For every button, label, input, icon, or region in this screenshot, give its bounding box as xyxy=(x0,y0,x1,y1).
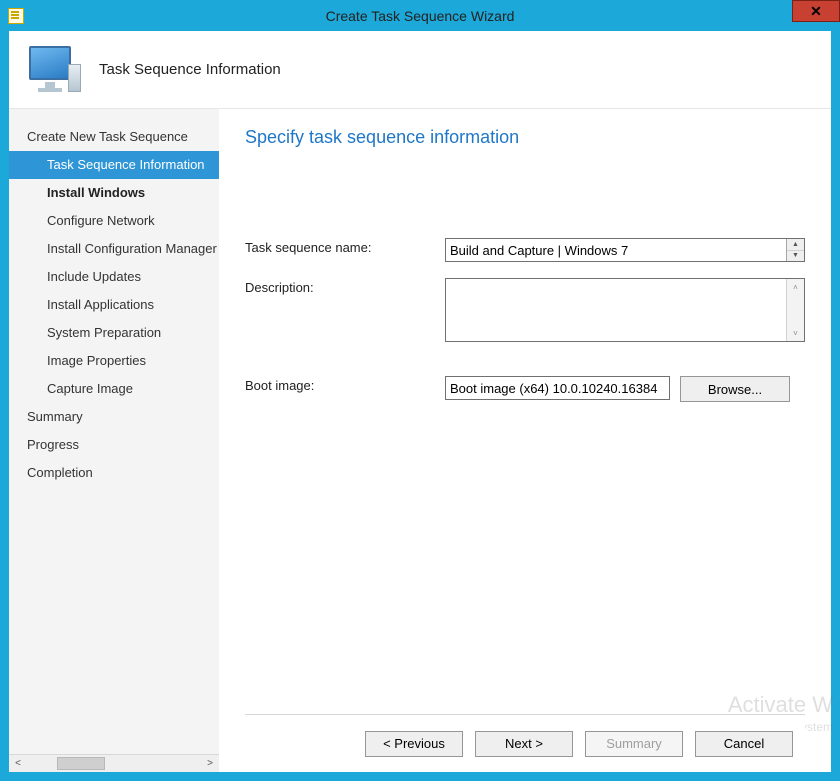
label-boot-image: Boot image: xyxy=(245,376,445,393)
description-input[interactable] xyxy=(446,279,786,341)
next-button[interactable]: Next > xyxy=(475,731,573,757)
row-task-name: Task sequence name: ▲ ▼ xyxy=(245,238,805,262)
spinner-down-icon[interactable]: ▼ xyxy=(787,251,804,262)
sidebar-item-install-applications[interactable]: Install Applications xyxy=(9,291,219,319)
previous-button[interactable]: < Previous xyxy=(365,731,463,757)
header-band: Task Sequence Information xyxy=(9,31,831,109)
header-title: Task Sequence Information xyxy=(99,61,281,78)
scroll-right-icon[interactable]: > xyxy=(201,755,219,772)
description-scrollbar[interactable]: ˄ ˅ xyxy=(786,279,804,341)
main-heading: Specify task sequence information xyxy=(245,127,805,148)
scroll-down-icon[interactable]: ˅ xyxy=(787,325,804,341)
close-button[interactable]: ✕ xyxy=(792,0,840,22)
computer-icon xyxy=(27,46,81,94)
sidebar-item-include-updates[interactable]: Include Updates xyxy=(9,263,219,291)
main-panel: Specify task sequence information Task s… xyxy=(219,109,831,772)
sidebar-item-image-properties[interactable]: Image Properties xyxy=(9,347,219,375)
cancel-button[interactable]: Cancel xyxy=(695,731,793,757)
task-name-spinner[interactable]: ▲ ▼ xyxy=(786,239,804,261)
row-boot-image: Boot image: Boot image (x64) 10.0.10240.… xyxy=(245,376,805,402)
sidebar-item-install-config-mgr[interactable]: Install Configuration Manager xyxy=(9,235,219,263)
description-wrap: ˄ ˅ xyxy=(445,278,805,342)
summary-button: Summary xyxy=(585,731,683,757)
scroll-track[interactable] xyxy=(27,755,201,772)
row-description: Description: ˄ ˅ xyxy=(245,278,805,342)
titlebar[interactable]: Create Task Sequence Wizard ✕ xyxy=(0,0,840,31)
sidebar-item-capture-image[interactable]: Capture Image xyxy=(9,375,219,403)
sidebar-horizontal-scrollbar[interactable]: < > xyxy=(9,754,219,772)
window-frame: Create Task Sequence Wizard ✕ Task Seque… xyxy=(0,0,840,781)
sidebar-items: Create New Task Sequence Task Sequence I… xyxy=(9,109,219,754)
sidebar-item-configure-network[interactable]: Configure Network xyxy=(9,207,219,235)
scroll-up-icon[interactable]: ˄ xyxy=(787,279,804,295)
wizard-icon xyxy=(8,8,24,24)
spinner-up-icon[interactable]: ▲ xyxy=(787,239,804,251)
label-description: Description: xyxy=(245,278,445,295)
sidebar: Create New Task Sequence Task Sequence I… xyxy=(9,109,219,772)
label-task-name: Task sequence name: xyxy=(245,238,445,255)
sidebar-item-task-sequence-info[interactable]: Task Sequence Information xyxy=(9,151,219,179)
sidebar-item-create-new[interactable]: Create New Task Sequence xyxy=(9,123,219,151)
sidebar-item-summary[interactable]: Summary xyxy=(9,403,219,431)
task-name-input-wrap: ▲ ▼ xyxy=(445,238,805,262)
browse-button[interactable]: Browse... xyxy=(680,376,790,402)
close-icon: ✕ xyxy=(810,3,822,20)
sidebar-item-install-windows[interactable]: Install Windows xyxy=(9,179,219,207)
sidebar-item-completion[interactable]: Completion xyxy=(9,459,219,487)
boot-image-field[interactable]: Boot image (x64) 10.0.10240.16384 xyxy=(445,376,670,400)
sidebar-item-progress[interactable]: Progress xyxy=(9,431,219,459)
footer-bar: < Previous Next > Summary Cancel xyxy=(245,714,805,772)
body-area: Create New Task Sequence Task Sequence I… xyxy=(9,109,831,772)
window-inner: Task Sequence Information Create New Tas… xyxy=(9,31,831,772)
window-title: Create Task Sequence Wizard xyxy=(326,8,515,24)
scroll-left-icon[interactable]: < xyxy=(9,755,27,772)
sidebar-item-system-preparation[interactable]: System Preparation xyxy=(9,319,219,347)
scroll-thumb[interactable] xyxy=(57,757,105,770)
task-name-input[interactable] xyxy=(446,239,786,261)
